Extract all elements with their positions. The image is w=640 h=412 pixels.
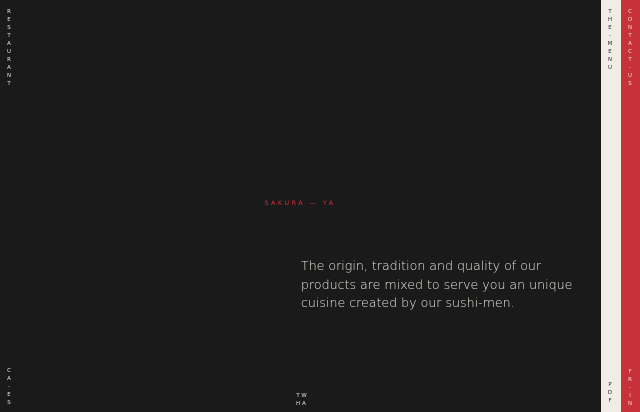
bottom-center-col-2: WA bbox=[301, 393, 307, 407]
nav-the-menu-link[interactable]: THE-MENU bbox=[607, 8, 613, 72]
bottom-center-link[interactable]: TH WA bbox=[295, 392, 307, 408]
language-switch-ca-es[interactable]: CA-ES bbox=[6, 367, 12, 407]
menu-pdf-link[interactable]: PDF bbox=[607, 381, 613, 405]
language-switch-fr-in[interactable]: FR-IN bbox=[627, 368, 633, 408]
brand-name: SAKURA — YA bbox=[264, 199, 336, 207]
intro-text: The origin, tradition and quality of our… bbox=[301, 258, 573, 310]
nav-contact-us-link[interactable]: CONTACT-US bbox=[627, 8, 633, 88]
nav-restaurant-link[interactable]: RESTAURANT bbox=[6, 8, 12, 88]
